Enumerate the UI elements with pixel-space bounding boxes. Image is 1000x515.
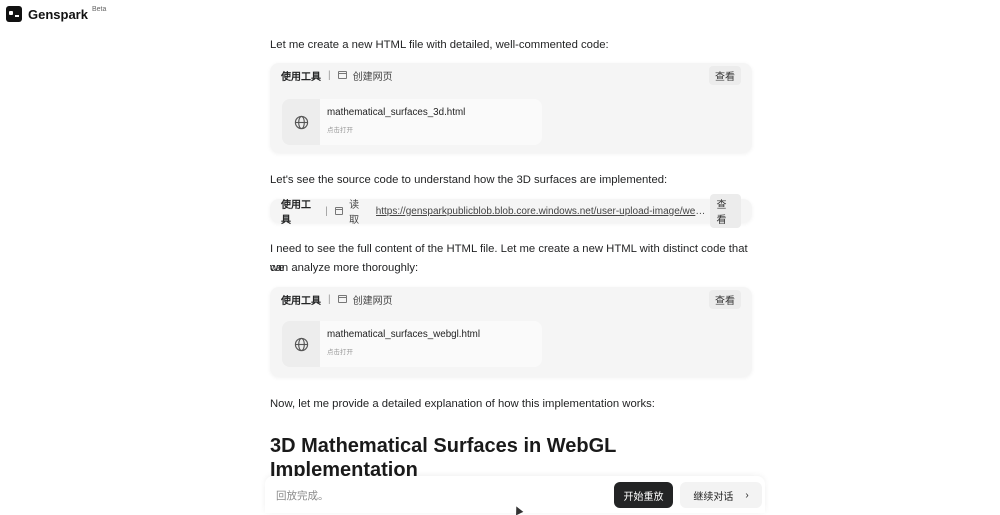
message-text: can analyze more thoroughly: — [270, 262, 419, 274]
tool-action: 读取 — [349, 200, 360, 226]
file-link-card[interactable]: mathematical_surfaces_3d.html 点击打开 — [282, 99, 542, 145]
genspark-logo-icon — [6, 6, 22, 22]
globe-icon — [282, 99, 320, 145]
message-text: Now, let me provide a detailed explanati… — [270, 398, 655, 410]
brand-name: Genspark — [28, 6, 88, 22]
tool-card-read: 使用工具 | 读取 https://gensparkpublicblob.blo… — [270, 194, 752, 228]
webpage-icon — [337, 71, 347, 79]
tool-label: 使用工具 — [281, 71, 321, 83]
file-hint: 点击打开 — [327, 349, 353, 356]
replay-status: 回放完成。 — [276, 490, 329, 502]
message-text: Let me create a new HTML file with detai… — [270, 39, 609, 51]
file-name: mathematical_surfaces_webgl.html — [327, 329, 481, 340]
file-link-card[interactable]: mathematical_surfaces_webgl.html 点击打开 — [282, 321, 542, 367]
view-button[interactable]: 查看 — [710, 194, 741, 228]
file-hint: 点击打开 — [327, 127, 353, 134]
view-button[interactable]: 查看 — [709, 289, 741, 309]
tool-action: 创建网页 — [352, 71, 393, 83]
tool-label: 使用工具 — [281, 295, 321, 307]
brand[interactable]: Genspark Beta — [6, 6, 106, 22]
webpage-icon — [337, 295, 347, 303]
continue-conversation-button[interactable]: 继续对话 › — [680, 482, 762, 508]
tool-action: 创建网页 — [352, 295, 393, 307]
message-text: Let's see the source code to understand … — [270, 174, 668, 186]
globe-icon — [282, 321, 320, 367]
beta-badge: Beta — [91, 5, 107, 13]
tool-card-header: 使用工具 | 读取 https://gensparkpublicblob.blo… — [270, 194, 752, 228]
document-icon — [334, 207, 344, 215]
chevron-right-icon: › — [745, 489, 749, 501]
source-url-link[interactable]: https://gensparkpublicblob.blob.core.win… — [376, 206, 711, 217]
section-heading: 3D Mathematical Surfaces in WebGL — [270, 435, 617, 457]
continue-label: 继续对话 — [693, 491, 734, 503]
tool-label: 使用工具 — [281, 200, 311, 226]
view-button[interactable]: 查看 — [709, 65, 741, 85]
tool-card-header: 使用工具 | 创建网页 查看 — [270, 287, 752, 311]
tool-card-create-webpage: 使用工具 | 创建网页 查看 mathematical_surfaces_web… — [270, 287, 752, 377]
tool-card-header: 使用工具 | 创建网页 查看 — [270, 63, 752, 87]
divider: | — [328, 69, 331, 81]
start-replay-button[interactable]: 开始重放 — [614, 482, 673, 508]
divider: | — [328, 293, 331, 305]
file-name: mathematical_surfaces_3d.html — [327, 107, 466, 118]
divider: | — [325, 205, 328, 217]
tool-card-create-webpage: 使用工具 | 创建网页 查看 mathematical_surfaces_3d.… — [270, 63, 752, 153]
